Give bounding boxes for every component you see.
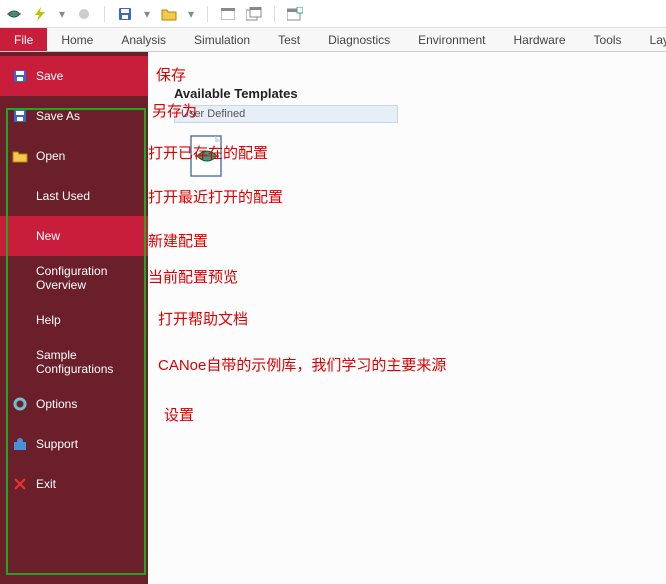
annotation: 新建配置 bbox=[148, 230, 208, 251]
tab-label: Simulation bbox=[194, 33, 250, 47]
tab-home[interactable]: Home bbox=[47, 28, 107, 51]
tab-label: Hardware bbox=[514, 33, 566, 47]
disk-icon bbox=[12, 108, 28, 124]
tab-layout[interactable]: Layout bbox=[636, 28, 666, 51]
menu-help[interactable]: Help bbox=[0, 300, 148, 340]
save-icon[interactable] bbox=[117, 6, 133, 22]
templates-heading: Available Templates bbox=[174, 86, 658, 101]
ribbon-tabs: File Home Analysis Simulation Test Diagn… bbox=[0, 28, 666, 52]
separator bbox=[207, 6, 208, 22]
menu-label: Options bbox=[36, 397, 77, 411]
chevron-down-icon[interactable]: ▾ bbox=[143, 6, 151, 22]
app-icon bbox=[6, 6, 22, 22]
support-icon bbox=[12, 436, 28, 452]
no-icon bbox=[12, 188, 28, 204]
annotation: 打开帮助文档 bbox=[158, 308, 248, 329]
quick-access-toolbar: ▾ ▾ ▾ bbox=[0, 0, 666, 28]
menu-support[interactable]: Support bbox=[0, 424, 148, 464]
tab-analysis[interactable]: Analysis bbox=[107, 28, 180, 51]
menu-sample-configurations[interactable]: Sample Configurations bbox=[0, 340, 148, 384]
annotation: 打开已存在的配置 bbox=[148, 142, 268, 163]
tab-file[interactable]: File bbox=[0, 28, 47, 51]
menu-exit[interactable]: Exit bbox=[0, 464, 148, 504]
file-menu: Save Save As Open Last Used New Configur… bbox=[0, 52, 148, 584]
tab-label: Layout bbox=[650, 33, 666, 47]
annotation: 保存 bbox=[156, 64, 186, 85]
windows-icon[interactable] bbox=[246, 6, 262, 22]
no-icon bbox=[12, 312, 28, 328]
menu-label: Support bbox=[36, 437, 78, 451]
close-icon bbox=[12, 476, 28, 492]
no-icon bbox=[12, 270, 28, 286]
menu-options[interactable]: Options bbox=[0, 384, 148, 424]
menu-save-as[interactable]: Save As bbox=[0, 96, 148, 136]
tab-diagnostics[interactable]: Diagnostics bbox=[314, 28, 404, 51]
tab-hardware[interactable]: Hardware bbox=[500, 28, 580, 51]
tab-tools[interactable]: Tools bbox=[580, 28, 636, 51]
menu-label: Exit bbox=[36, 477, 56, 491]
tab-label: Diagnostics bbox=[328, 33, 390, 47]
menu-label: Help bbox=[36, 313, 61, 327]
menu-label: New bbox=[36, 229, 60, 243]
menu-label: Save bbox=[36, 69, 63, 83]
bolt-icon[interactable] bbox=[32, 6, 48, 22]
annotation: 当前配置预览 bbox=[148, 266, 238, 287]
separator bbox=[274, 6, 275, 22]
tab-label: Analysis bbox=[121, 33, 166, 47]
window-icon[interactable] bbox=[220, 6, 236, 22]
annotation: 设置 bbox=[164, 404, 194, 425]
gear-icon bbox=[12, 396, 28, 412]
menu-last-used[interactable]: Last Used bbox=[0, 176, 148, 216]
tab-test[interactable]: Test bbox=[264, 28, 314, 51]
chevron-down-icon[interactable]: ▾ bbox=[58, 6, 66, 22]
annotation: 另存为 bbox=[152, 100, 197, 121]
new-window-icon[interactable] bbox=[287, 6, 303, 22]
tab-environment[interactable]: Environment bbox=[404, 28, 499, 51]
tab-label: File bbox=[14, 33, 33, 47]
content-area: Save Save As Open Last Used New Configur… bbox=[0, 52, 666, 584]
menu-new[interactable]: New bbox=[0, 216, 148, 256]
tab-label: Tools bbox=[594, 33, 622, 47]
disk-icon bbox=[12, 68, 28, 84]
menu-configuration-overview[interactable]: Configuration Overview bbox=[0, 256, 148, 300]
no-icon bbox=[12, 354, 28, 370]
folder-open-icon bbox=[12, 148, 28, 164]
menu-label: Sample Configurations bbox=[36, 348, 136, 377]
dim-circle-icon[interactable] bbox=[76, 6, 92, 22]
annotation: 打开最近打开的配置 bbox=[148, 186, 283, 207]
group-user-defined[interactable]: User Defined bbox=[174, 105, 398, 123]
menu-label: Save As bbox=[36, 109, 80, 123]
tab-label: Home bbox=[61, 33, 93, 47]
no-icon bbox=[12, 228, 28, 244]
menu-label: Open bbox=[36, 149, 65, 163]
tab-simulation[interactable]: Simulation bbox=[180, 28, 264, 51]
tab-label: Test bbox=[278, 33, 300, 47]
folder-open-icon[interactable] bbox=[161, 6, 177, 22]
annotation: CANoe自带的示例库，我们学习的主要来源 bbox=[158, 354, 446, 375]
menu-label: Configuration Overview bbox=[36, 264, 136, 293]
templates-panel: Available Templates User Defined 保存 另存为 … bbox=[148, 52, 666, 584]
separator bbox=[104, 6, 105, 22]
menu-open[interactable]: Open bbox=[0, 136, 148, 176]
tab-label: Environment bbox=[418, 33, 485, 47]
chevron-down-icon[interactable]: ▾ bbox=[187, 6, 195, 22]
menu-label: Last Used bbox=[36, 189, 90, 203]
menu-save[interactable]: Save bbox=[0, 56, 148, 96]
